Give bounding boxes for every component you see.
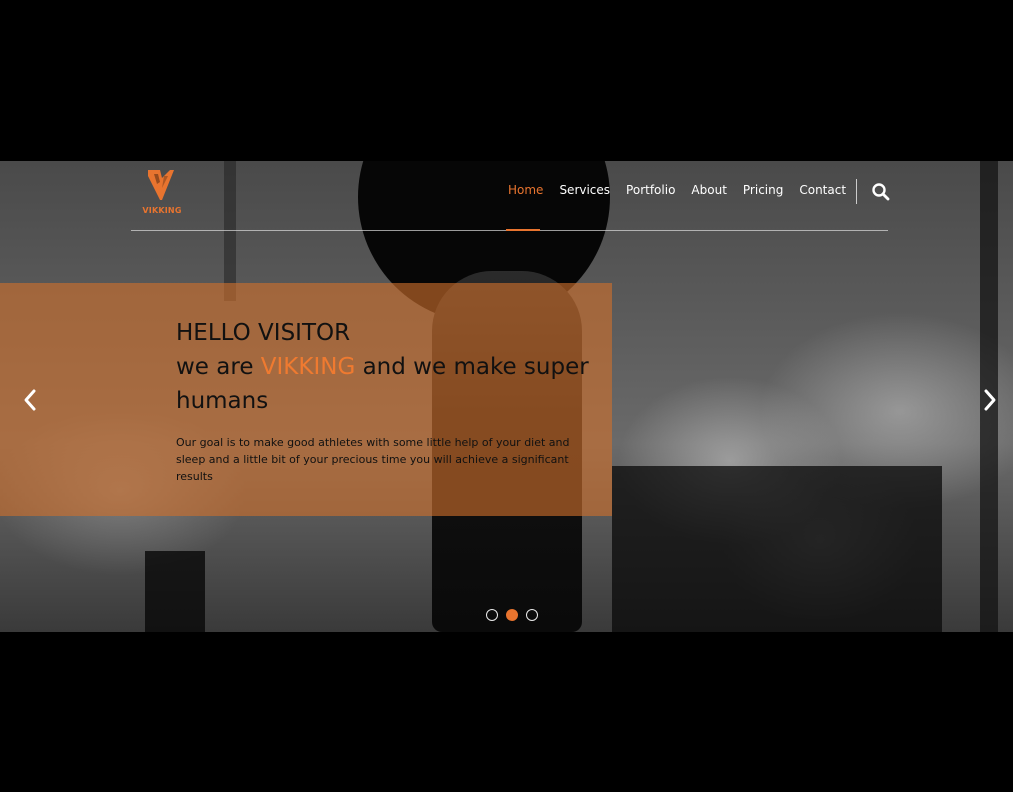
slider-dot-2[interactable] bbox=[506, 609, 518, 621]
search-button[interactable] bbox=[871, 182, 891, 202]
nav-item-about[interactable]: About bbox=[683, 183, 734, 197]
nav-item-services[interactable]: Services bbox=[551, 183, 618, 197]
hero-background-block bbox=[612, 466, 942, 632]
site-logo[interactable]: VIKKING bbox=[138, 168, 186, 224]
slider-prev-button[interactable] bbox=[20, 388, 42, 412]
search-icon bbox=[872, 183, 890, 201]
nav-item-home[interactable]: Home bbox=[500, 183, 551, 197]
hero-title-suffix: and we make super bbox=[355, 354, 589, 380]
hero-background-pole-left bbox=[224, 161, 236, 301]
hero-description: Our goal is to make good athletes with s… bbox=[176, 436, 570, 483]
slider-pagination bbox=[486, 609, 538, 621]
slider-dot-3[interactable] bbox=[526, 609, 538, 621]
nav-item-pricing[interactable]: Pricing bbox=[735, 183, 791, 197]
chevron-left-icon bbox=[24, 389, 36, 411]
chevron-right-icon bbox=[984, 389, 996, 411]
hero-title-brand: VIKKING bbox=[260, 354, 356, 380]
hero-title-line3: humans bbox=[176, 388, 269, 414]
hero-title-line1: HELLO VISITOR bbox=[176, 320, 351, 346]
hero-title: HELLO VISITOR we are VIKKING and we make… bbox=[176, 316, 596, 418]
page: VIKKING Home Services Portfolio About Pr… bbox=[0, 0, 1013, 792]
nav-item-portfolio[interactable]: Portfolio bbox=[618, 183, 683, 197]
main-nav: Home Services Portfolio About Pricing Co… bbox=[500, 183, 854, 197]
nav-item-contact[interactable]: Contact bbox=[791, 183, 854, 197]
hero-title-line2: we are VIKKING and we make super bbox=[176, 350, 596, 384]
nav-active-indicator bbox=[506, 229, 540, 231]
nav-divider bbox=[856, 179, 857, 204]
slider-next-button[interactable] bbox=[980, 388, 1002, 412]
slider-dot-1[interactable] bbox=[486, 609, 498, 621]
hero-title-prefix: we are bbox=[176, 354, 261, 380]
hero-background-box bbox=[145, 551, 205, 632]
logo-mark-icon bbox=[148, 170, 174, 200]
logo-text: VIKKING bbox=[142, 206, 182, 215]
